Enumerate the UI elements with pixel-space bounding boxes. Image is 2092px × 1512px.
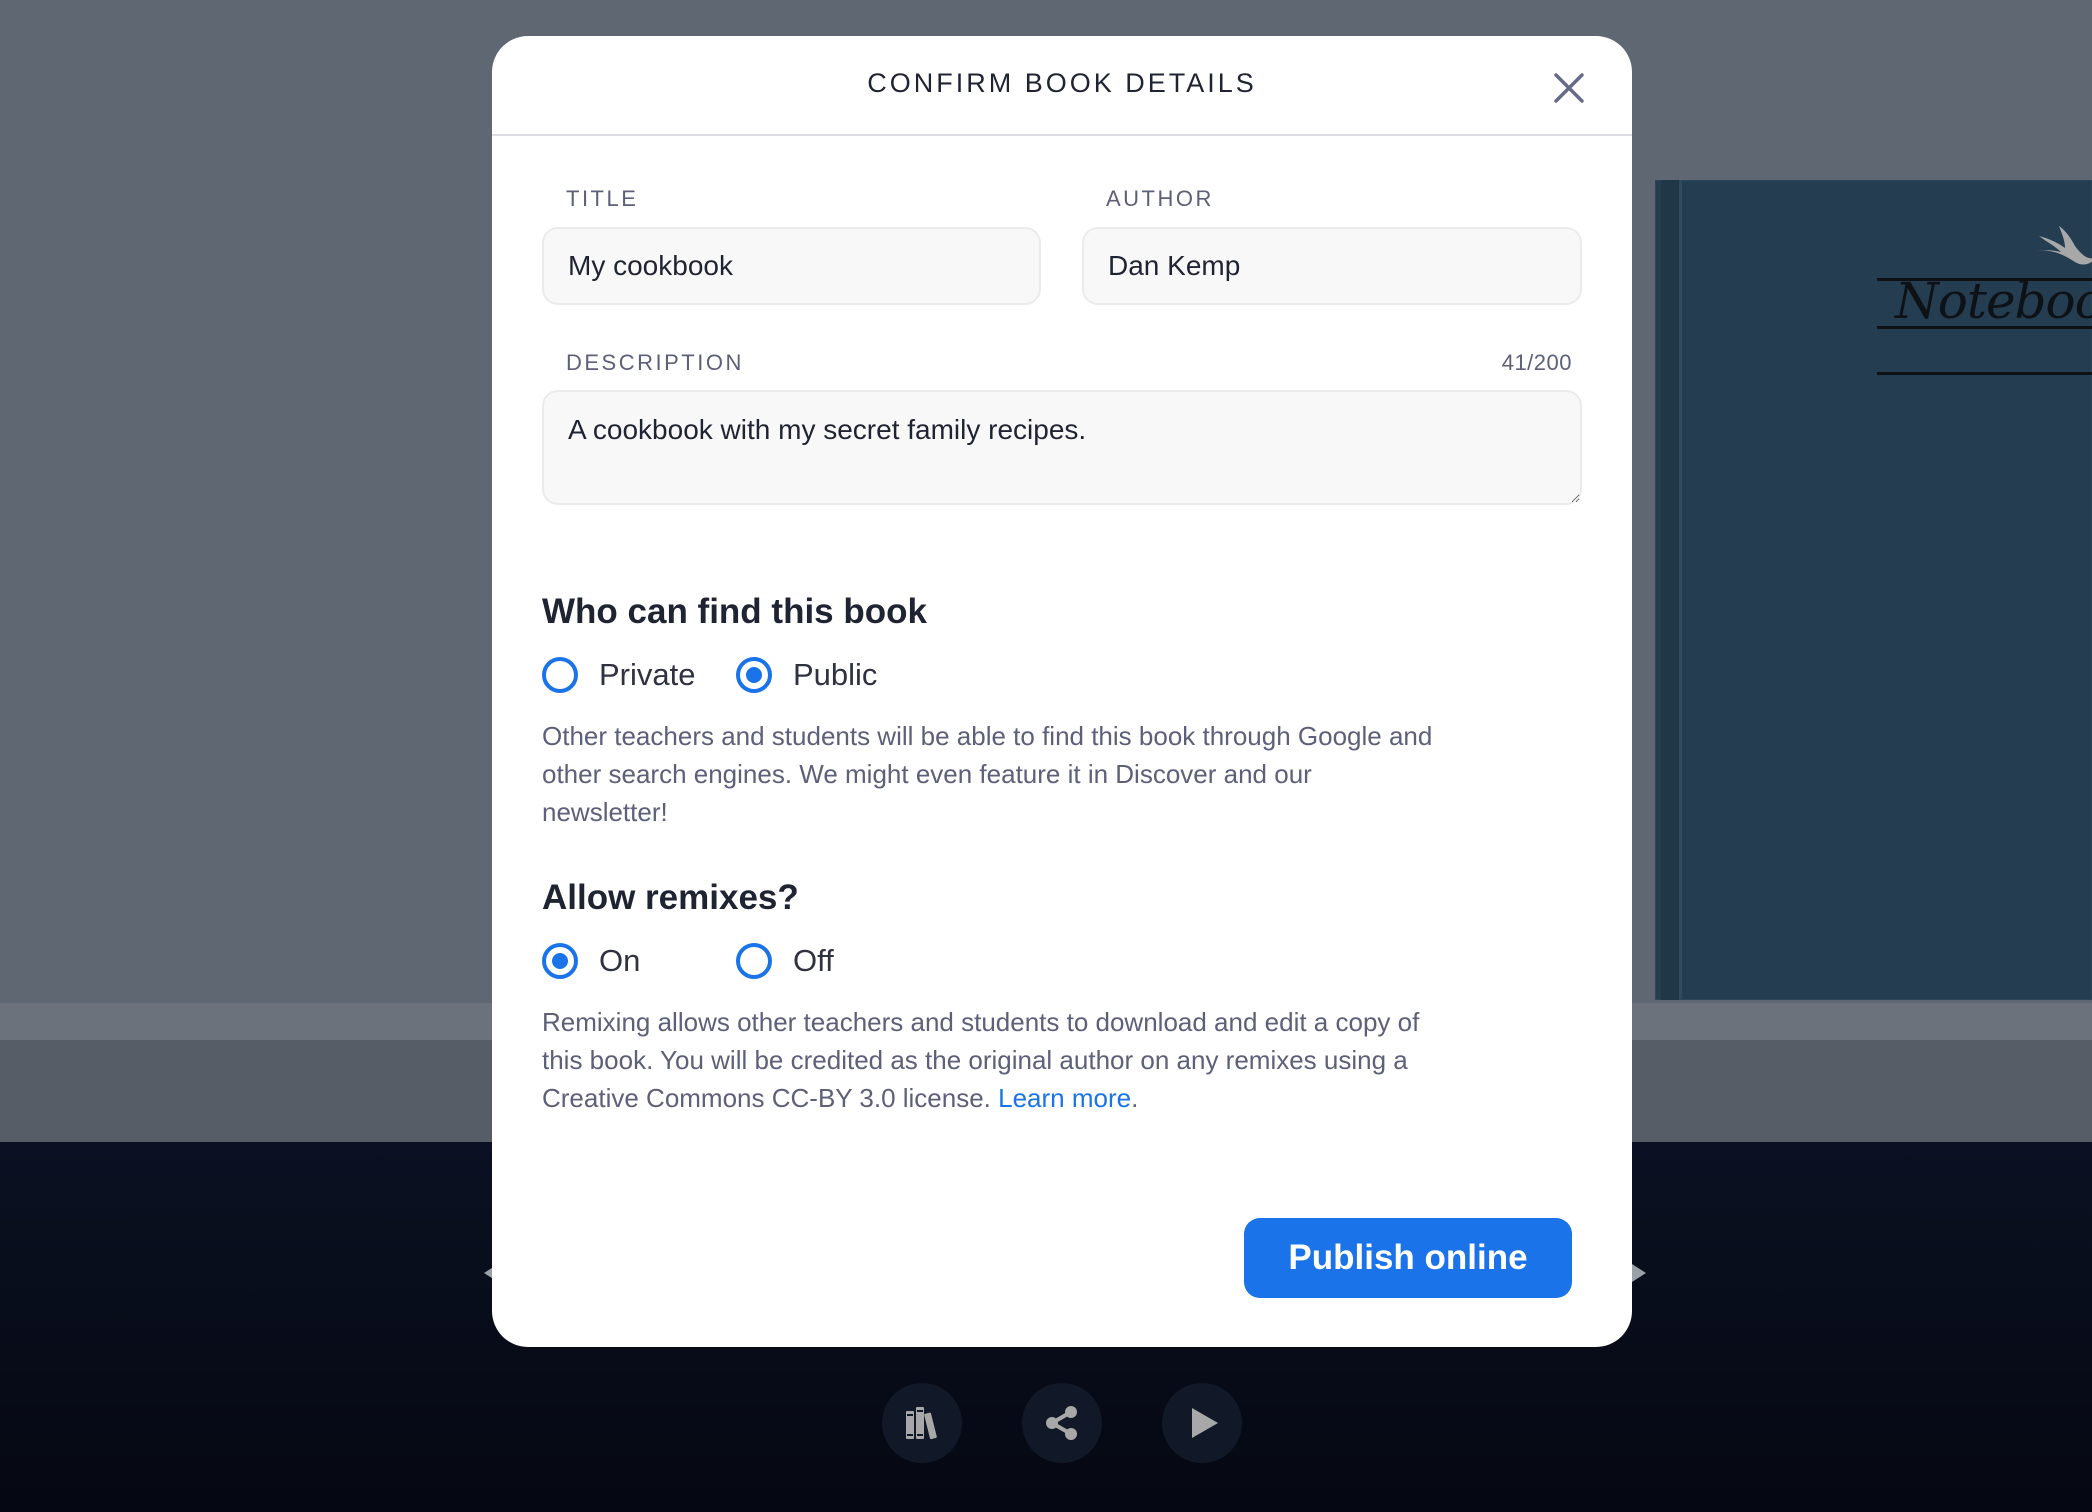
radio-label: On xyxy=(599,943,641,978)
play-button[interactable] xyxy=(1162,1383,1242,1463)
visibility-public-radio[interactable]: Public xyxy=(736,657,877,693)
publish-online-button[interactable]: Publish online xyxy=(1244,1218,1572,1298)
bird-icon xyxy=(2037,226,2092,265)
remixes-help-text: Remixing allows other teachers and stude… xyxy=(542,1003,1422,1117)
remixes-heading: Allow remixes? xyxy=(542,878,799,917)
title-label: TITLE xyxy=(566,186,639,211)
remixes-help-body: Remixing allows other teachers and stude… xyxy=(542,1007,1420,1113)
visibility-heading: Who can find this book xyxy=(542,592,927,631)
books-icon xyxy=(906,1407,937,1440)
author-input[interactable] xyxy=(1082,227,1582,305)
play-icon xyxy=(1192,1408,1218,1438)
radio-checked-icon xyxy=(736,657,772,693)
radio-label: Public xyxy=(793,657,878,692)
confirm-book-details-dialog: CONFIRM BOOK DETAILS TITLE AUTHOR DESCRI… xyxy=(492,36,1632,1347)
author-label: AUTHOR xyxy=(1106,186,1214,211)
book-spine xyxy=(1661,180,1682,1000)
radio-checked-icon xyxy=(542,943,578,979)
book-cover: Notebook xyxy=(1655,180,2092,1000)
remixes-on-radio[interactable]: On xyxy=(542,943,640,979)
book-cover-title: Notebook xyxy=(1895,272,2092,330)
radio-label: Off xyxy=(793,943,834,978)
library-button[interactable] xyxy=(882,1383,962,1463)
close-button[interactable] xyxy=(1551,70,1587,106)
visibility-private-radio[interactable]: Private xyxy=(542,657,695,693)
radio-unchecked-icon xyxy=(542,657,578,693)
share-button[interactable] xyxy=(1022,1383,1102,1463)
remixes-off-radio[interactable]: Off xyxy=(736,943,834,979)
share-icon xyxy=(1046,1406,1077,1440)
dialog-title: CONFIRM BOOK DETAILS xyxy=(867,68,1257,98)
cover-rule xyxy=(1877,326,2092,329)
radio-label: Private xyxy=(599,657,696,692)
description-label: DESCRIPTION xyxy=(566,350,744,375)
learn-more-link[interactable]: Learn more xyxy=(998,1083,1131,1113)
link-suffix: . xyxy=(1131,1083,1139,1113)
description-textarea[interactable]: A cookbook with my secret family recipes… xyxy=(542,390,1582,505)
description-char-counter: 41/200 xyxy=(1501,350,1572,375)
close-icon xyxy=(1554,73,1584,103)
title-input[interactable] xyxy=(542,227,1041,305)
dialog-header: CONFIRM BOOK DETAILS xyxy=(492,36,1632,136)
cover-rule xyxy=(1877,372,2092,375)
radio-unchecked-icon xyxy=(736,943,772,979)
visibility-help-text: Other teachers and students will be able… xyxy=(542,721,1433,827)
